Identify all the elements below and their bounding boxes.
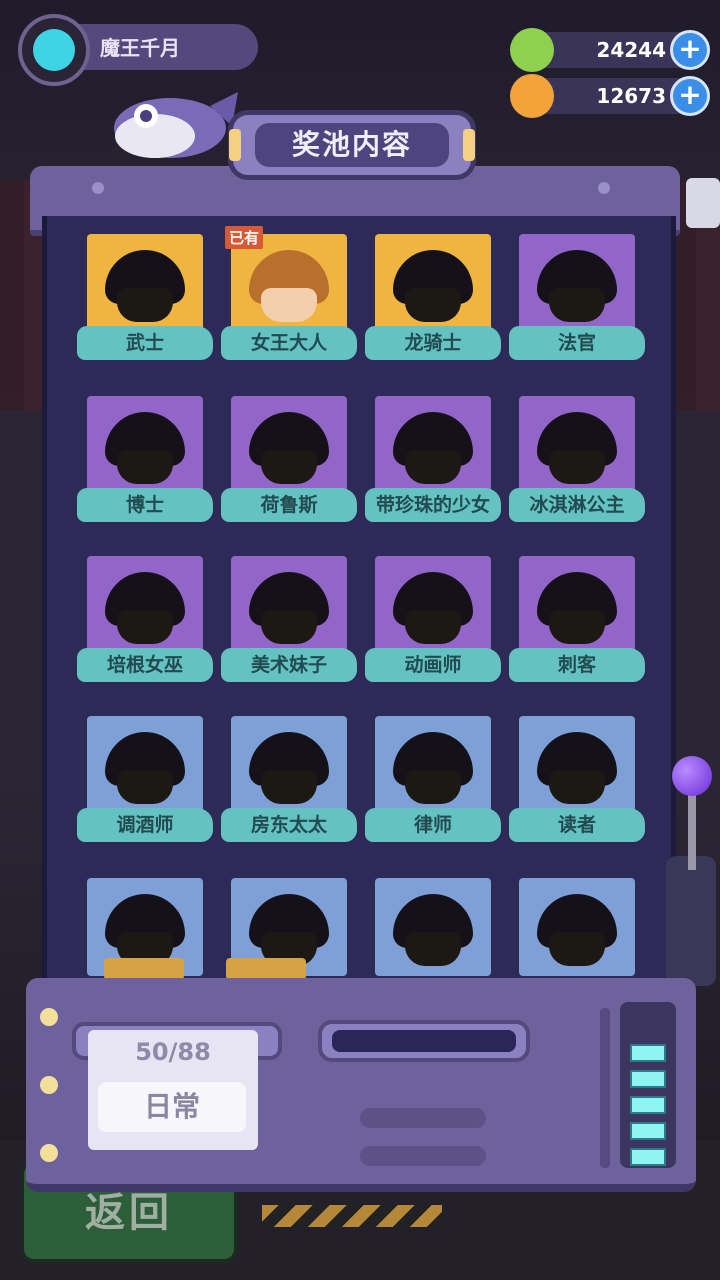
character-card[interactable]: 武士 (77, 234, 213, 360)
character-card[interactable]: 调酒师 (77, 716, 213, 842)
character-face (549, 610, 605, 644)
character-name: 培根女巫 (77, 648, 213, 682)
console-groove (360, 1146, 486, 1166)
character-card[interactable]: 培根女巫 (77, 556, 213, 682)
avatar[interactable] (18, 14, 90, 86)
character-name: 武士 (77, 326, 213, 360)
character-name: 美术妹子 (221, 648, 357, 682)
character-card[interactable]: 龙骑士 (365, 234, 501, 360)
character-name: 带珍珠的少女 (365, 488, 501, 522)
character-name: 冰淇淋公主 (509, 488, 645, 522)
character-card[interactable]: 美术妹子 (221, 556, 357, 682)
console-bolt (40, 1144, 58, 1162)
character-name: 博士 (77, 488, 213, 522)
currency-value: 12673 (596, 84, 666, 108)
character-face (117, 450, 173, 484)
tab-button[interactable] (226, 958, 306, 980)
currency-planet: 12673 + (510, 74, 710, 118)
energy-meter (620, 1002, 676, 1168)
character-card[interactable]: 读者 (509, 716, 645, 842)
pool-count: 50/88 (135, 1038, 211, 1066)
character-face (549, 770, 605, 804)
panel-title-plate: 奖池内容 (228, 110, 476, 180)
meter-cell (630, 1044, 666, 1062)
character-face (261, 450, 317, 484)
character-grid[interactable]: 武士 女王大人 已有龙骑士 法官博士 荷鲁斯 带珍珠的少女 冰淇淋公主培根女巫 美术妹子 动画师… (42, 216, 676, 996)
side-track (600, 1008, 610, 1168)
pool-type: 日常 (98, 1082, 246, 1132)
lever-knob[interactable] (672, 756, 712, 796)
character-face (261, 288, 317, 322)
character-face (549, 288, 605, 322)
orange-planet-coin-icon (510, 74, 554, 118)
character-card[interactable]: 女王大人 已有 (221, 226, 357, 360)
console-groove (360, 1108, 486, 1128)
character-name: 刺客 (509, 648, 645, 682)
character-name: 房东太太 (221, 808, 357, 842)
console-bolt (40, 1076, 58, 1094)
meter-cell (630, 1070, 666, 1088)
meter-cell (630, 1096, 666, 1114)
character-face (117, 288, 173, 322)
character-face (405, 770, 461, 804)
character-card[interactable]: 法官 (509, 234, 645, 360)
hazard-stripe (262, 1205, 442, 1227)
character-name: 读者 (509, 808, 645, 842)
character-card[interactable]: 动画师 (365, 556, 501, 682)
character-name: 动画师 (365, 648, 501, 682)
character-card[interactable]: 律师 (365, 716, 501, 842)
character-face (549, 450, 605, 484)
character-face (117, 770, 173, 804)
character-name: 龙骑士 (365, 326, 501, 360)
character-face (261, 610, 317, 644)
character-card[interactable]: 博士 (77, 396, 213, 522)
tab-button[interactable] (104, 958, 184, 980)
character-name: 荷鲁斯 (221, 488, 357, 522)
character-face (405, 450, 461, 484)
green-donut-coin-icon (510, 28, 554, 72)
console-bolt (40, 1008, 58, 1026)
rivet (92, 182, 104, 194)
player-name: 魔王千月 (100, 36, 180, 60)
progress-slot (318, 1020, 530, 1062)
owned-badge: 已有 (225, 226, 264, 249)
currency-value: 24244 (596, 38, 666, 62)
character-face (405, 610, 461, 644)
rivet (598, 182, 610, 194)
character-face (117, 610, 173, 644)
character-card[interactable]: 房东太太 (221, 716, 357, 842)
character-card[interactable]: 冰淇淋公主 (509, 396, 645, 522)
lever-stick (688, 790, 696, 870)
cat-face-icon (33, 29, 75, 71)
meter-cell (630, 1122, 666, 1140)
character-name: 调酒师 (77, 808, 213, 842)
character-face (405, 932, 461, 966)
character-card[interactable]: 带珍珠的少女 (365, 396, 501, 522)
player-profile[interactable]: 魔王千月 (18, 14, 258, 86)
character-card[interactable]: 刺客 (509, 556, 645, 682)
character-face (405, 288, 461, 322)
pool-card[interactable]: 50/88 日常 (88, 1030, 258, 1150)
paper-clip-icon (686, 178, 720, 228)
character-face (549, 932, 605, 966)
add-currency-button[interactable]: + (670, 30, 710, 70)
meter-cell (630, 1148, 666, 1166)
fish-mascot-icon (114, 92, 238, 158)
character-name: 律师 (365, 808, 501, 842)
add-currency-button[interactable]: + (670, 76, 710, 116)
page-title: 奖池内容 (255, 123, 449, 167)
character-face (261, 770, 317, 804)
character-name: 女王大人 (221, 326, 357, 360)
lever-base (666, 856, 716, 986)
character-card[interactable]: 荷鲁斯 (221, 396, 357, 522)
currency-donut: 24244 + (510, 28, 710, 72)
character-name: 法官 (509, 326, 645, 360)
